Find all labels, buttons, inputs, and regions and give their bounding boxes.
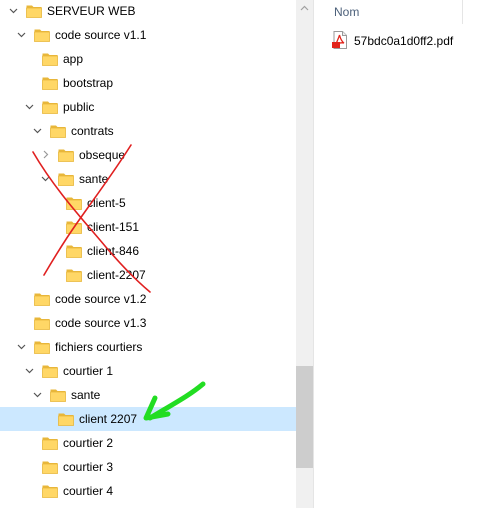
tree-item-label: client 2207 xyxy=(79,412,138,426)
folder-icon xyxy=(58,171,74,187)
tree-item-partial[interactable] xyxy=(0,503,296,508)
file-name: 57bdc0a1d0ff2.pdf xyxy=(354,34,454,48)
tree-item[interactable]: sante xyxy=(0,167,296,191)
tree-item-label: app xyxy=(63,52,84,66)
column-separator[interactable] xyxy=(462,0,463,24)
tree-item-label: code source v1.1 xyxy=(55,28,147,42)
tree-item-label: courtier 4 xyxy=(63,484,114,498)
folder-icon xyxy=(66,243,82,259)
tree-item[interactable]: courtier 1 xyxy=(0,359,296,383)
tree-item[interactable]: app xyxy=(0,47,296,71)
tree-item[interactable]: code source v1.3 xyxy=(0,311,296,335)
tree-item[interactable]: contrats xyxy=(0,119,296,143)
folder-icon xyxy=(42,75,58,91)
folder-icon xyxy=(58,147,74,163)
pdf-file-icon xyxy=(332,31,348,52)
chevron-right-icon[interactable] xyxy=(41,150,50,159)
tree-item-label: client-151 xyxy=(87,220,140,234)
chevron-down-icon[interactable] xyxy=(9,6,18,15)
tree-item[interactable]: bootstrap xyxy=(0,71,296,95)
tree-item-label: fichiers courtiers xyxy=(55,340,143,354)
scroll-up-arrow-icon[interactable] xyxy=(296,0,313,17)
tree-item-label: sante xyxy=(79,172,109,186)
folder-icon xyxy=(42,459,58,475)
folder-icon xyxy=(66,219,82,235)
tree-item[interactable]: SERVEUR WEB xyxy=(0,0,296,23)
folder-icon xyxy=(34,339,50,355)
file-item[interactable]: 57bdc0a1d0ff2.pdf xyxy=(332,30,479,52)
tree-item-label: contrats xyxy=(71,124,114,138)
file-list-pane: Nom 57bdc0a1d0ff2.pdf xyxy=(314,0,479,508)
tree-item[interactable]: client-151 xyxy=(0,215,296,239)
tree-item[interactable]: code source v1.1 xyxy=(0,23,296,47)
tree-item-label: bootstrap xyxy=(63,76,114,90)
chevron-down-icon[interactable] xyxy=(33,126,42,135)
folder-icon xyxy=(66,267,82,283)
folder-icon xyxy=(42,99,58,115)
tree-item-label: obseque xyxy=(79,148,126,162)
tree-item-label: client-2207 xyxy=(87,268,146,282)
folder-icon xyxy=(50,123,66,139)
chevron-down-icon[interactable] xyxy=(25,102,34,111)
tree-item[interactable]: client-5 xyxy=(0,191,296,215)
scrollbar-thumb[interactable] xyxy=(296,366,313,468)
folder-icon xyxy=(34,315,50,331)
tree-item[interactable]: client-846 xyxy=(0,239,296,263)
tree-item-label: public xyxy=(63,100,95,114)
tree-item-label: courtier 3 xyxy=(63,460,114,474)
tree-item-label: code source v1.3 xyxy=(55,316,147,330)
tree-item[interactable]: courtier 3 xyxy=(0,455,296,479)
tree-item[interactable]: client-2207 xyxy=(0,263,296,287)
tree-item[interactable]: fichiers courtiers xyxy=(0,335,296,359)
tree-item[interactable]: public xyxy=(0,95,296,119)
folder-icon xyxy=(42,51,58,67)
tree-item-label: SERVEUR WEB xyxy=(47,4,136,18)
folder-icon xyxy=(42,435,58,451)
chevron-down-icon[interactable] xyxy=(33,390,42,399)
folder-icon xyxy=(34,27,50,43)
tree-item[interactable]: client 2207 xyxy=(0,407,296,431)
tree-item[interactable]: courtier 2 xyxy=(0,431,296,455)
tree-item[interactable]: sante xyxy=(0,383,296,407)
tree-item[interactable]: courtier 4 xyxy=(0,479,296,503)
column-header-name[interactable]: Nom xyxy=(334,5,359,19)
folder-icon xyxy=(42,483,58,499)
chevron-down-icon[interactable] xyxy=(25,366,34,375)
chevron-down-icon[interactable] xyxy=(41,174,50,183)
tree-scrollbar[interactable] xyxy=(296,0,313,508)
chevron-down-icon[interactable] xyxy=(17,342,26,351)
tree-item[interactable]: code source v1.2 xyxy=(0,287,296,311)
folder-icon xyxy=(50,387,66,403)
tree-item-label: courtier 2 xyxy=(63,436,114,450)
navigation-tree-pane: SERVEUR WEB code source v1.1 app bootstrap p… xyxy=(0,0,313,508)
folder-icon xyxy=(66,195,82,211)
folder-icon xyxy=(26,3,42,19)
folder-icon xyxy=(34,291,50,307)
tree-item[interactable]: obseque xyxy=(0,143,296,167)
tree-item-label: client-5 xyxy=(87,196,126,210)
tree-item-label: sante xyxy=(71,388,101,402)
tree-item-label: courtier 1 xyxy=(63,364,114,378)
tree-item-label: client-846 xyxy=(87,244,140,258)
folder-icon xyxy=(42,363,58,379)
tree-item-label: code source v1.2 xyxy=(55,292,147,306)
folder-icon xyxy=(58,411,74,427)
chevron-down-icon[interactable] xyxy=(17,30,26,39)
